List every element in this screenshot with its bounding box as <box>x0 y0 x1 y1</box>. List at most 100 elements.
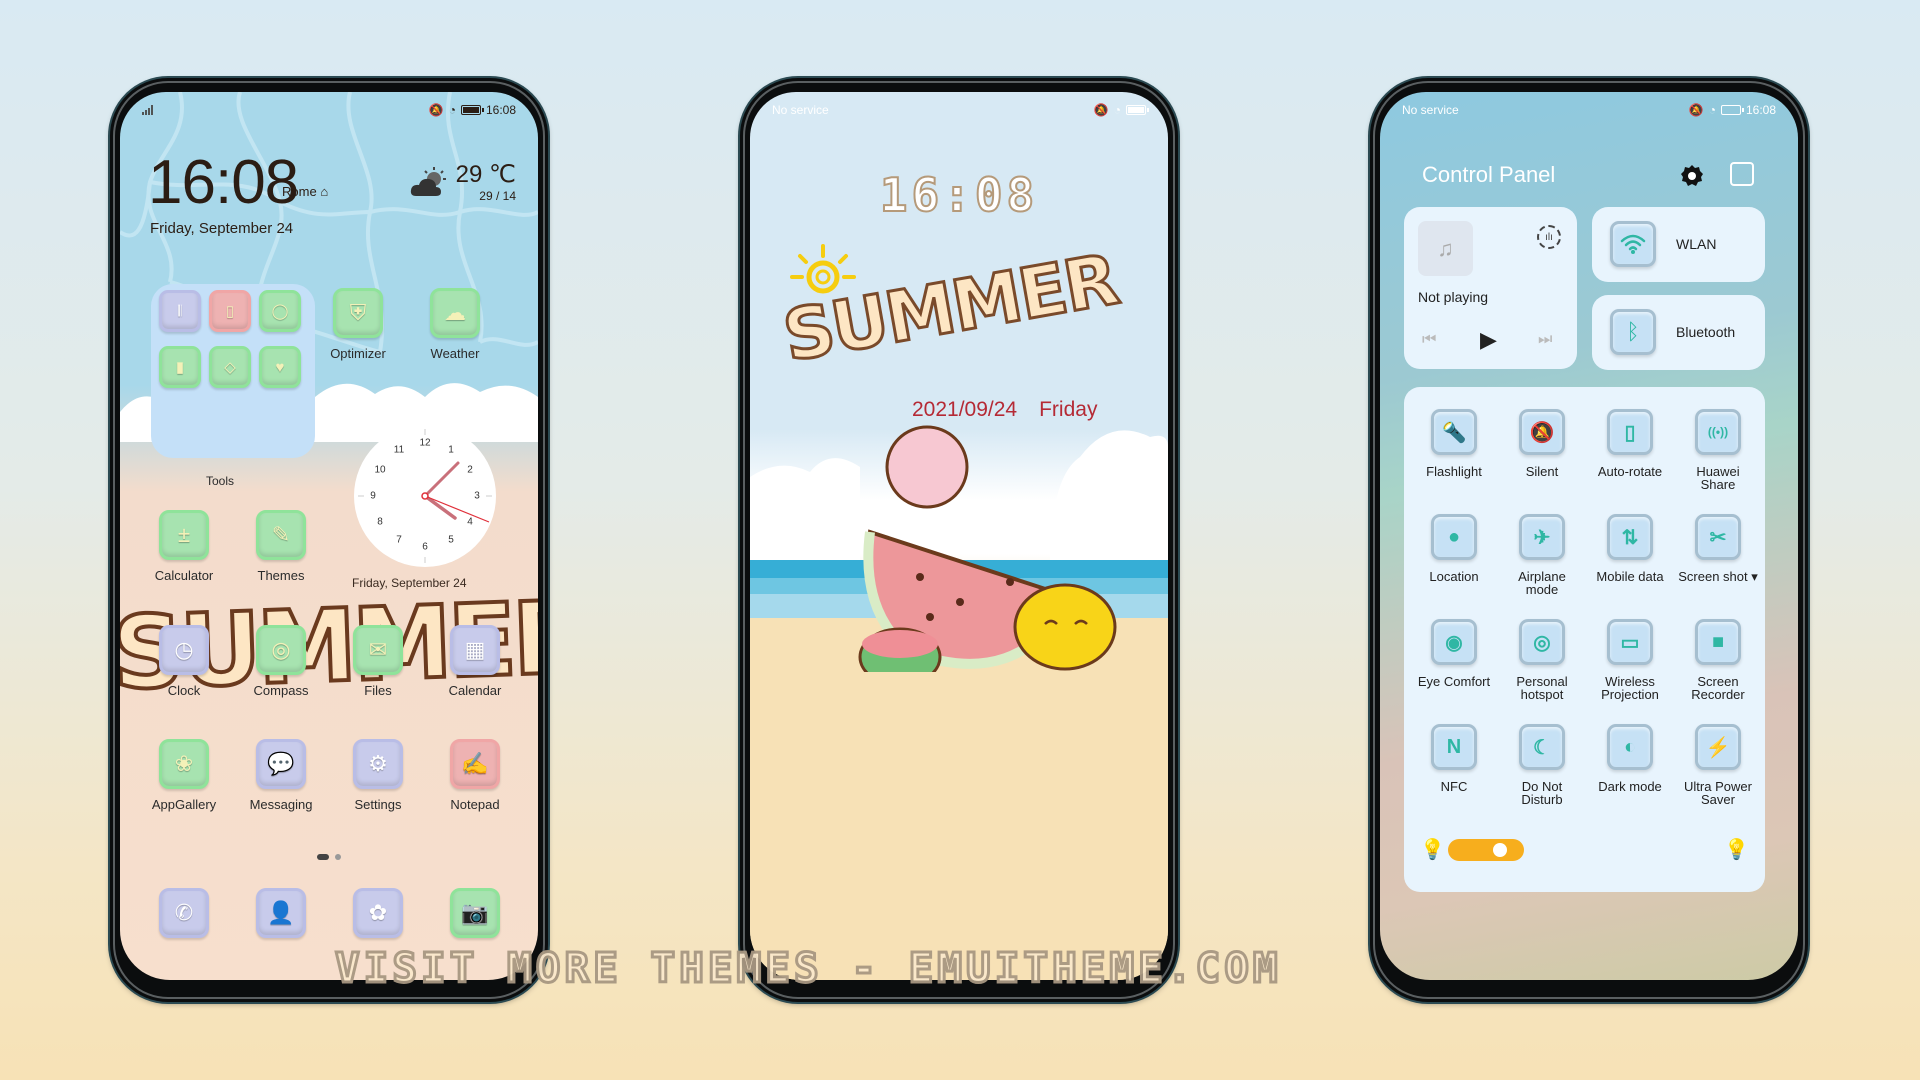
tile-huawei-share[interactable]: ((•)) Huawei Share <box>1674 409 1762 491</box>
lock-screen: No service 🔕 ◔ 16:08 SUMMER 2021/09/24 Fri… <box>750 92 1168 980</box>
tile-label: Wireless Projection <box>1601 674 1659 702</box>
bluetooth-card[interactable]: ᛒ Bluetooth <box>1592 295 1765 370</box>
partly-cloudy-icon <box>410 167 446 196</box>
clock-numeral: 5 <box>448 534 454 546</box>
brightness-slider[interactable] <box>1448 839 1524 861</box>
page-dot-active[interactable] <box>317 854 329 860</box>
tile-do-not-disturb[interactable]: ☾ Do Not Disturb <box>1498 724 1586 806</box>
app-calendar[interactable]: ▦ Calendar <box>425 625 525 698</box>
app-files[interactable]: ✉ Files <box>328 625 428 698</box>
carrier-text: No service <box>1402 103 1459 117</box>
calculator-icon: ± <box>177 522 191 547</box>
notepad-icon: ✍ <box>461 751 489 776</box>
app-clock[interactable]: ◷ Clock <box>134 625 234 698</box>
watermelon-characters-illustration <box>858 425 1117 672</box>
dock-camera[interactable]: 📷 <box>425 888 525 938</box>
clock-numeral: 9 <box>370 490 376 502</box>
dock-phone[interactable]: ✆ <box>134 888 234 938</box>
weather-widget[interactable]: 29 ℃ 29 / 14 <box>456 160 516 203</box>
next-track-icon[interactable]: ⏭ <box>1538 331 1552 349</box>
tile-location[interactable]: ● Location <box>1410 514 1498 583</box>
clock-numeral: 10 <box>374 464 386 476</box>
tile-label: Location <box>1429 569 1479 584</box>
media-card[interactable]: ♫ ılı Not playing ⏮ ▶ ⏭ <box>1404 207 1577 369</box>
tile-label: Flashlight <box>1426 464 1482 479</box>
tile-nfc[interactable]: N NFC <box>1410 724 1498 793</box>
phone-clone-icon[interactable]: ▯ <box>209 290 251 332</box>
app-settings[interactable]: ⚙ Settings <box>328 739 428 812</box>
app-calculator[interactable]: ± Calculator <box>134 510 234 583</box>
tile-ultra-power-saver[interactable]: ⚡ Ultra Power Saver <box>1674 724 1762 806</box>
clock-numeral: 6 <box>422 541 428 553</box>
clock-numeral: 2 <box>467 464 473 476</box>
tile-eye-comfort[interactable]: ◉ Eye Comfort <box>1410 619 1498 688</box>
tile-label: Mobile data <box>1596 569 1664 584</box>
tile-personal-hotspot[interactable]: ◎ Personal hotspot <box>1498 619 1586 701</box>
wifi-icon <box>1610 221 1656 267</box>
previous-track-icon[interactable]: ⏮ <box>1422 331 1436 349</box>
tile-label: Screen Recorder <box>1691 674 1745 702</box>
recorder-icon[interactable]: 𝄃 <box>159 290 201 332</box>
tile-flashlight[interactable]: 🔦 Flashlight <box>1410 409 1498 478</box>
tools-folder[interactable]: 𝄃 ▯ ◯ ▮ ◇ ♥ <box>151 284 315 458</box>
tile-mobile-data[interactable]: ⇅ Mobile data <box>1586 514 1674 583</box>
tile-label: Huawei Share <box>1696 464 1740 492</box>
page-indicator[interactable] <box>120 854 538 860</box>
app-label: Calendar <box>448 683 502 698</box>
slider-thumb[interactable] <box>1492 843 1507 857</box>
dock-contacts[interactable]: 👤 <box>231 888 331 938</box>
status-bar: No service 🔕 ◔ <box>772 102 1149 118</box>
tile-screen-shot[interactable]: ✂ Screen shot ▾ <box>1674 514 1762 583</box>
home-clock-time[interactable]: 16:08 <box>148 152 299 214</box>
gear-icon[interactable] <box>1680 164 1704 188</box>
status-time: 16:08 <box>485 103 516 117</box>
edit-icon[interactable] <box>1730 162 1754 186</box>
app-label: Themes <box>257 568 305 583</box>
remote-icon[interactable]: ▮ <box>159 346 201 388</box>
battery-icon <box>460 105 484 115</box>
clock-numeral: 11 <box>393 444 405 456</box>
app-appgallery[interactable]: ❀ AppGallery <box>134 739 234 812</box>
app-messaging[interactable]: 💬 Messaging <box>231 739 331 812</box>
sand-area <box>750 618 1168 980</box>
app-optimizer[interactable]: ⛨ Optimizer <box>308 288 408 361</box>
tile-label: Auto-rotate <box>1597 464 1663 479</box>
clock-numeral: 3 <box>474 490 480 502</box>
app-label: Files <box>364 683 392 698</box>
app-label: AppGallery <box>151 797 217 812</box>
folder-label: Tools <box>206 474 235 488</box>
health-icon[interactable]: ♥ <box>259 346 301 388</box>
tile-auto-rotate[interactable]: ▯ Auto-rotate <box>1586 409 1674 478</box>
play-icon[interactable]: ▶ <box>1480 327 1497 353</box>
page-dot[interactable] <box>335 854 341 860</box>
home-icon: ⌂ <box>320 184 329 199</box>
tile-airplane-mode[interactable]: ✈ Airplane mode <box>1498 514 1586 596</box>
tile-dark-mode[interactable]: ◐ Dark mode <box>1586 724 1674 793</box>
dock-gallery[interactable]: ✿ <box>328 888 428 938</box>
lock-clock-time: 16:08 <box>879 167 1039 223</box>
quick-settings-grid: 🔦 Flashlight 🔕 Silent ▯ Auto-rotate ((•)) Huawe… <box>1404 387 1765 892</box>
tile-screen-recorder[interactable]: ■ Screen Recorder <box>1674 619 1762 701</box>
gem-icon[interactable]: ◇ <box>209 346 251 388</box>
carrier-text: No service <box>772 103 829 117</box>
status-time: 16:08 <box>1745 103 1776 117</box>
app-weather[interactable]: ☁ Weather <box>405 288 505 361</box>
phone-home-screen: 🔕 ◔ 16:08 16:08 Rome ⌂ Friday, September… <box>110 78 548 1002</box>
contacts-icon: 👤 <box>267 900 295 925</box>
analog-clock-widget[interactable]: 12 1 2 3 4 5 6 7 8 9 10 11 <box>354 425 496 567</box>
bluetooth-label: Bluetooth <box>1676 324 1736 340</box>
app-compass[interactable]: ◎ Compass <box>231 625 331 698</box>
app-themes[interactable]: ✎ Themes <box>231 510 331 583</box>
screenshot-icon: ✂ <box>1695 514 1741 560</box>
tile-silent[interactable]: 🔕 Silent <box>1498 409 1586 478</box>
clock-icon: ◷ <box>174 637 194 662</box>
wlan-label: WLAN <box>1676 236 1717 252</box>
watermark-text: VISIT MORE THEMES - EMUITHEME.COM <box>334 943 1282 994</box>
wlan-card[interactable]: WLAN <box>1592 207 1765 282</box>
app-notepad[interactable]: ✍ Notepad <box>425 739 525 812</box>
projection-icon: ▭ <box>1607 619 1653 665</box>
phone-lock-screen: No service 🔕 ◔ 16:08 SUMMER 2021/09/24 Fri… <box>740 78 1178 1002</box>
audio-output-icon[interactable]: ılı <box>1537 225 1561 249</box>
mirror-icon[interactable]: ◯ <box>259 290 301 332</box>
tile-wireless-projection[interactable]: ▭ Wireless Projection <box>1586 619 1674 701</box>
